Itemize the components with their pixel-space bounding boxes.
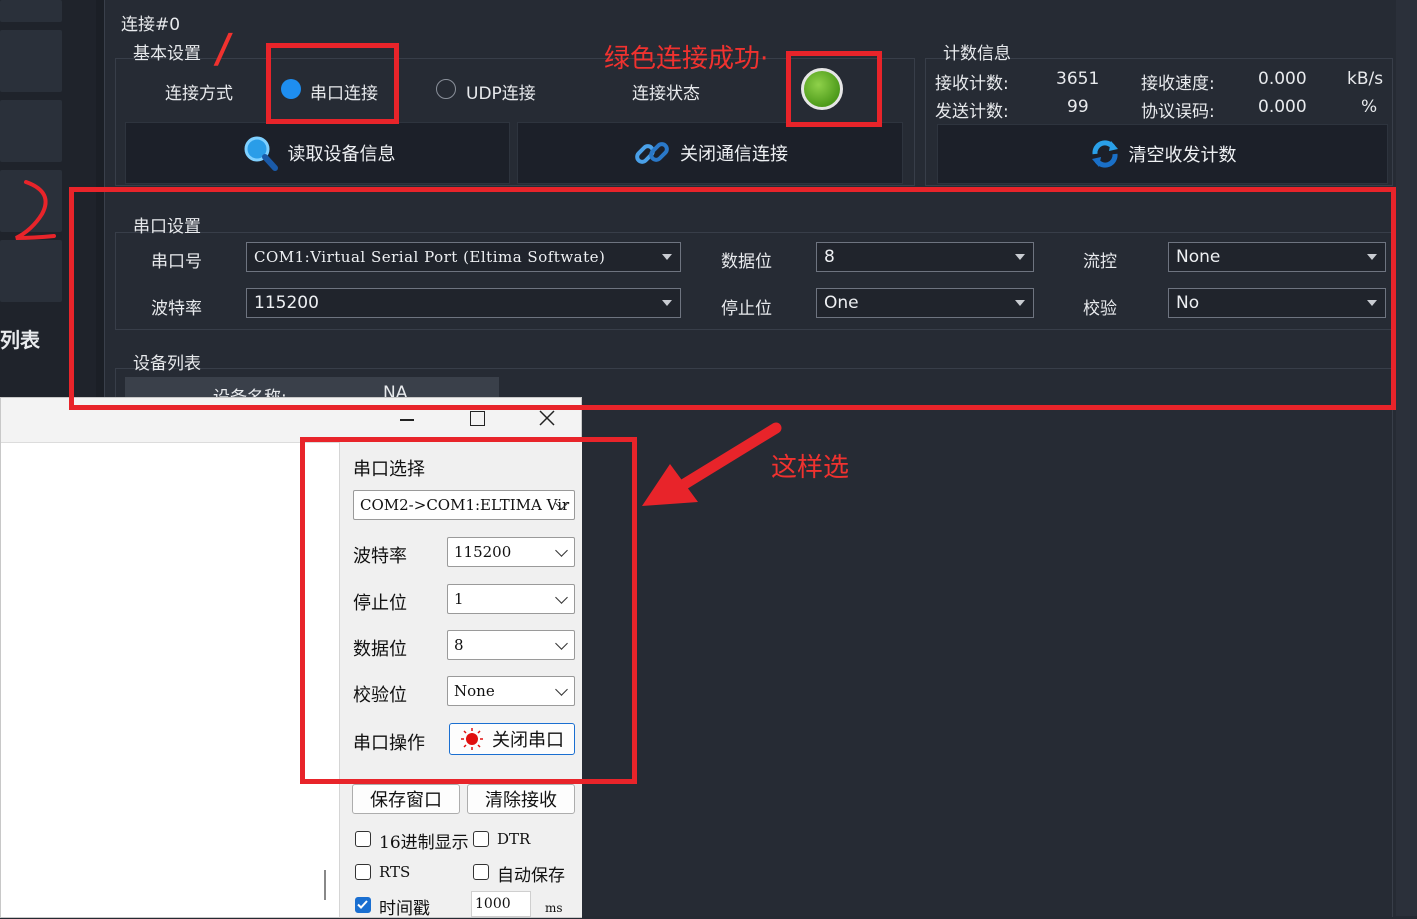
refresh-icon (1091, 140, 1118, 168)
protocol-error-label: 协议误码: (1141, 102, 1215, 122)
annotation-dialog-settings-box (300, 437, 637, 784)
udp-radio-label[interactable]: UDP连接 (466, 79, 536, 104)
close-icon[interactable] (539, 410, 555, 426)
recv-speed-value: 0.000 (1258, 69, 1307, 89)
rts-checkbox[interactable] (355, 864, 371, 880)
annotation-serial-settings-box (69, 187, 1396, 410)
protocol-error-unit: % (1361, 97, 1378, 117)
count-info-title: 计数信息 (943, 44, 1011, 64)
pane-splitter[interactable] (324, 870, 326, 900)
search-icon (244, 136, 278, 171)
dtr-checkbox[interactable] (473, 831, 489, 847)
auto-save-checkbox[interactable] (473, 864, 489, 880)
read-device-info-button[interactable]: 读取设备信息 (125, 122, 510, 184)
minimize-icon[interactable] (400, 419, 414, 421)
annotation-serial-box (266, 43, 399, 124)
close-connection-button[interactable]: 关闭通信连接 (517, 122, 903, 184)
maximize-icon[interactable] (470, 411, 485, 426)
sidebar-tile[interactable] (0, 30, 62, 92)
connection-mode-label: 连接方式 (165, 84, 233, 104)
clear-counts-label: 清空收发计数 (1128, 145, 1237, 166)
close-connection-label: 关闭通信连接 (680, 144, 788, 165)
dtr-label: DTR (497, 830, 531, 848)
hex-display-label: 16进制显示 (379, 833, 469, 853)
timestamp-checkbox[interactable] (355, 897, 371, 913)
connection-title: 连接#0 (121, 15, 181, 35)
auto-save-label: 自动保存 (497, 866, 565, 886)
ms-unit-label: ms (545, 901, 563, 915)
send-count-value: 99 (1067, 97, 1089, 117)
save-window-button[interactable]: 保存窗口 (352, 784, 460, 814)
clear-receive-button[interactable]: 清除接收 (467, 784, 575, 814)
link-icon (635, 142, 669, 164)
right-edge-panel (1396, 0, 1417, 916)
sidebar-tile[interactable] (0, 100, 62, 162)
sidebar-list-label: 列表 (0, 328, 40, 352)
check-icon (357, 900, 368, 909)
read-device-info-label: 读取设备信息 (287, 144, 396, 165)
timestamp-ms-input[interactable]: 1000 (471, 891, 531, 917)
timestamp-label: 时间戳 (379, 899, 430, 919)
hex-display-checkbox[interactable] (355, 831, 371, 847)
protocol-error-value: 0.000 (1258, 97, 1307, 117)
annotation-arrow (642, 422, 782, 506)
connection-status-label: 连接状态 (632, 84, 700, 104)
annotation-green-success: 绿色连接成功· (604, 44, 769, 74)
recv-count-label: 接收计数: (935, 74, 1009, 94)
sidebar-tile[interactable] (0, 0, 62, 22)
send-count-label: 发送计数: (935, 102, 1009, 122)
recv-count-value: 3651 (1056, 69, 1100, 89)
clear-counts-button[interactable]: 清空收发计数 (937, 124, 1388, 184)
annotation-led-box (786, 51, 882, 127)
recv-speed-unit: kB/s (1347, 69, 1384, 89)
sidebar-tile[interactable] (0, 240, 62, 302)
udp-radio[interactable] (436, 79, 456, 99)
rts-label: RTS (379, 863, 411, 881)
recv-speed-label: 接收速度: (1141, 74, 1215, 94)
basic-settings-title: 基本设置 (133, 44, 201, 64)
annotation-number-2-drawing (15, 180, 56, 240)
